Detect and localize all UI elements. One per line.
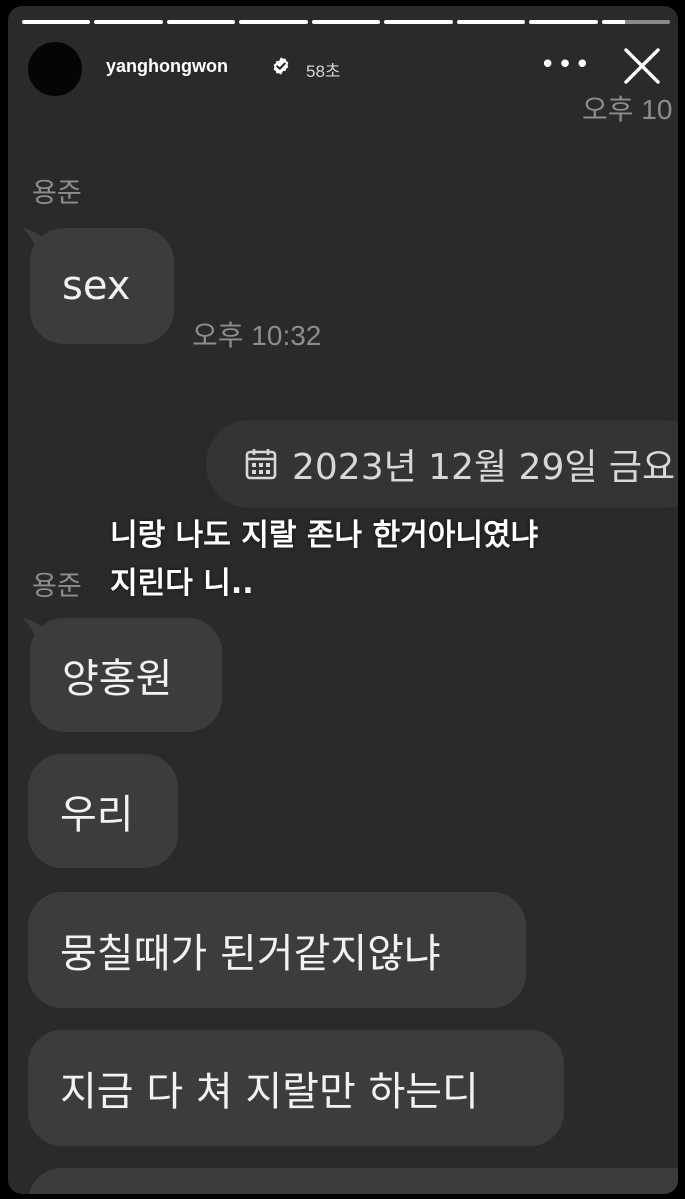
sender-name: 용준 xyxy=(32,571,82,602)
message-bubble: 지금 다 쳐 지랄만 하는디 xyxy=(28,1030,564,1146)
progress-fill xyxy=(601,20,626,24)
message-bubble-partial xyxy=(28,1168,678,1194)
progress-segment xyxy=(311,20,381,24)
more-horizontal-icon[interactable]: ••• xyxy=(540,50,592,80)
caption-line: 지린다 니.. xyxy=(110,566,254,601)
sender-name: 용준 xyxy=(32,178,82,209)
message-bubble: 뭉칠때가 된거같지않냐 xyxy=(28,892,526,1008)
progress-segment-current xyxy=(601,20,670,24)
progress-segment xyxy=(22,20,91,24)
progress-segment xyxy=(166,20,236,24)
story-progress-bar xyxy=(22,20,670,24)
progress-segment xyxy=(384,20,453,24)
message-timestamp: 오후 10:32 xyxy=(192,320,322,351)
message-bubble: 양홍원 xyxy=(30,618,222,732)
message-text: 양홍원 xyxy=(62,656,173,702)
calendar-icon xyxy=(245,449,277,480)
close-icon[interactable] xyxy=(622,46,662,86)
date-divider-text: 2023년 12월 29일 금요 xyxy=(292,447,676,488)
message-text: 우리 xyxy=(60,792,134,838)
story-header: yanghongwon 58초 ••• xyxy=(28,42,668,96)
story-view: yanghongwon 58초 ••• 오후 10 용준 sex 오후 10:3… xyxy=(8,6,678,1194)
verified-badge-icon xyxy=(273,57,289,75)
message-text: sex xyxy=(62,263,131,309)
progress-segment xyxy=(239,20,308,24)
progress-segment xyxy=(529,20,598,24)
date-divider: 2023년 12월 29일 금요 xyxy=(206,420,678,508)
story-time-ago: 58초 xyxy=(306,62,341,81)
message-timestamp: 오후 10 xyxy=(582,94,673,125)
story-caption: 니랑 나도 지랄 존나 한거아니였냐 지린다 니.. xyxy=(110,512,670,608)
caption-line: 니랑 나도 지랄 존나 한거아니였냐 xyxy=(110,518,539,553)
message-bubble: sex xyxy=(30,228,174,344)
progress-segment xyxy=(94,20,163,24)
avatar[interactable] xyxy=(28,42,82,96)
message-text: 뭉칠때가 된거같지않냐 xyxy=(60,931,441,977)
message-text: 지금 다 쳐 지랄만 하는디 xyxy=(60,1069,479,1115)
progress-segment xyxy=(456,20,526,24)
username[interactable]: yanghongwon xyxy=(106,56,228,77)
message-bubble: 우리 xyxy=(28,754,178,868)
